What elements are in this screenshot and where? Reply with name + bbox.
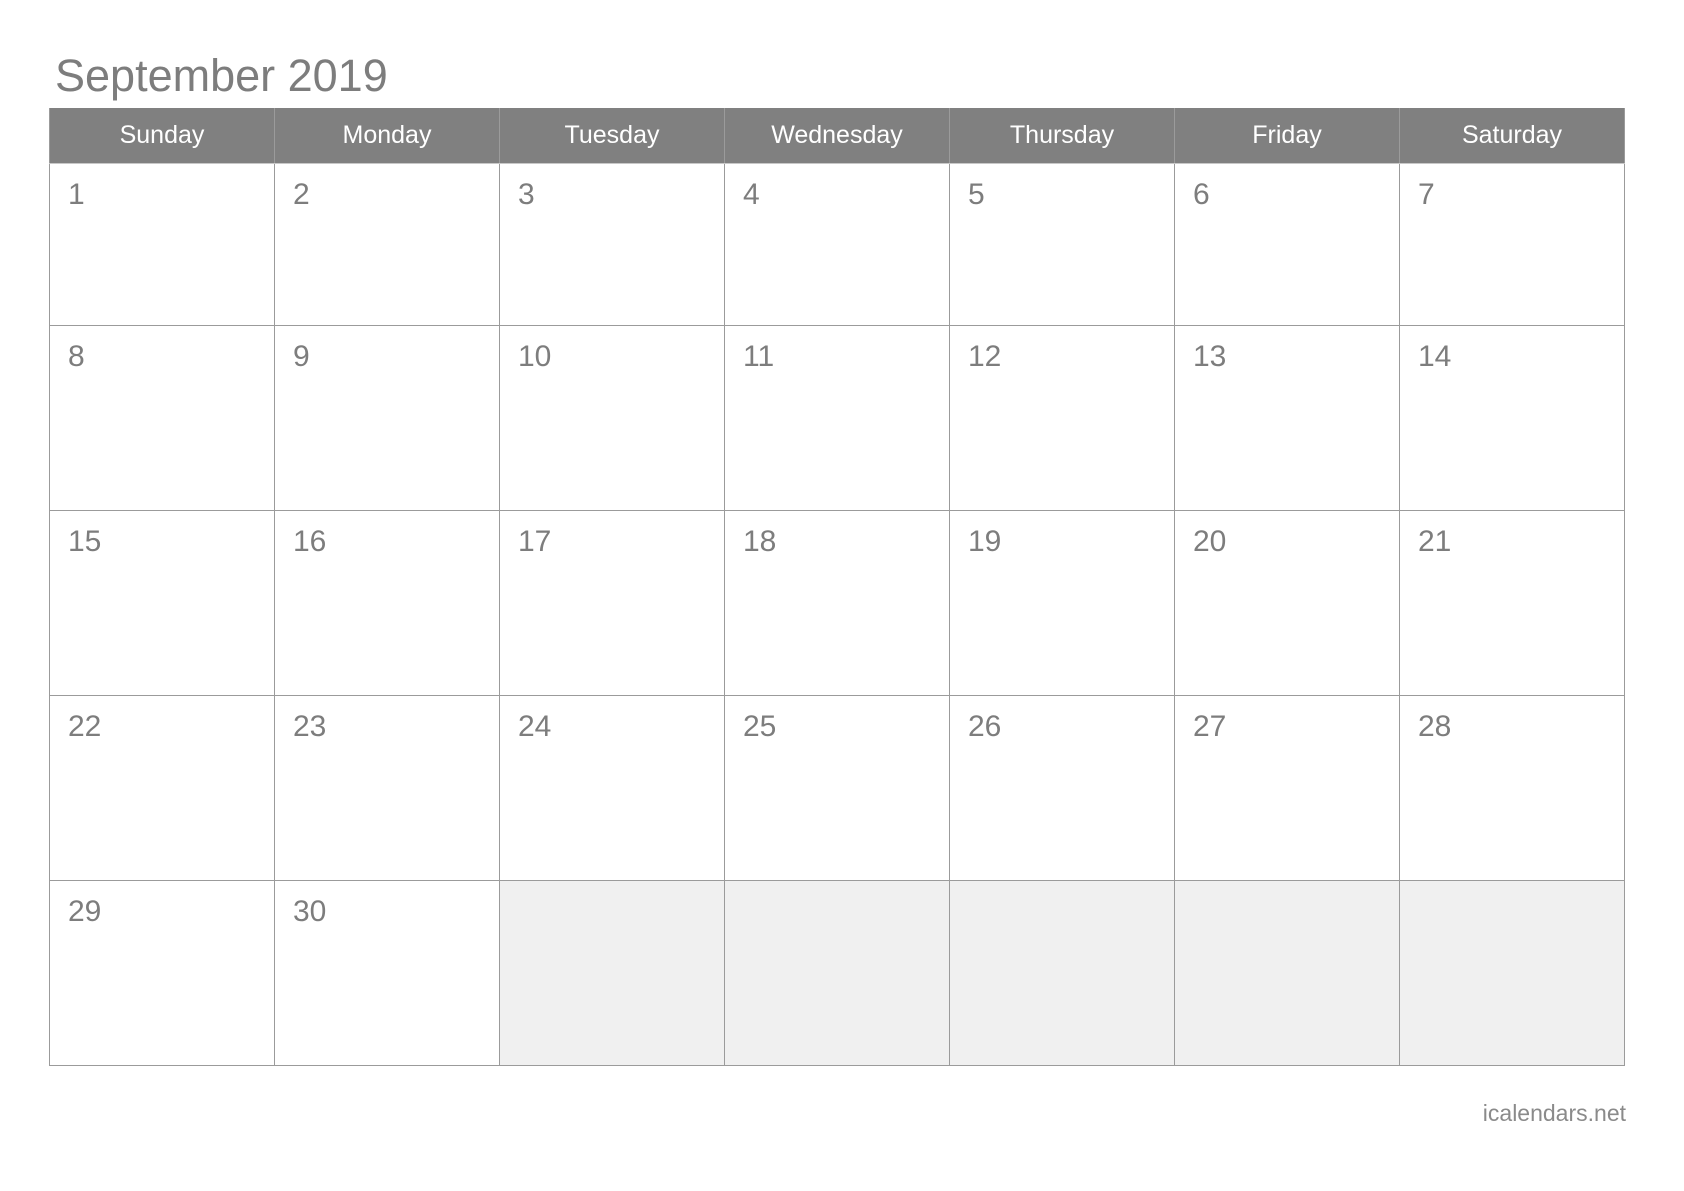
empty-day-cell (499, 880, 725, 1066)
day-cell[interactable]: 12 (949, 325, 1175, 511)
day-number: 30 (293, 895, 327, 928)
day-number: 14 (1418, 340, 1452, 373)
day-number: 2 (293, 178, 310, 211)
day-cell[interactable]: 1 (49, 163, 275, 326)
day-number: 12 (968, 340, 1002, 373)
day-number: 29 (68, 895, 102, 928)
day-cell[interactable]: 17 (499, 510, 725, 696)
weekday-header-friday: Friday (1174, 108, 1400, 164)
day-number: 19 (968, 525, 1002, 558)
day-cell[interactable]: 7 (1399, 163, 1625, 326)
day-cell[interactable]: 16 (274, 510, 500, 696)
day-cell[interactable]: 20 (1174, 510, 1400, 696)
day-cell[interactable]: 11 (724, 325, 950, 511)
day-cell[interactable]: 15 (49, 510, 275, 696)
week-row: 22 23 24 25 26 27 28 (49, 695, 1625, 881)
day-number: 26 (968, 710, 1002, 743)
week-row: 1 2 3 4 5 6 7 (49, 163, 1625, 326)
day-number: 15 (68, 525, 102, 558)
page-title: September 2019 (55, 50, 388, 101)
day-cell[interactable]: 30 (274, 880, 500, 1066)
day-cell[interactable]: 25 (724, 695, 950, 881)
empty-day-cell (1174, 880, 1400, 1066)
day-number: 16 (293, 525, 327, 558)
day-cell[interactable]: 14 (1399, 325, 1625, 511)
weekday-header-row: Sunday Monday Tuesday Wednesday Thursday… (49, 108, 1625, 164)
day-cell[interactable]: 18 (724, 510, 950, 696)
day-cell[interactable]: 3 (499, 163, 725, 326)
weekday-header-tuesday: Tuesday (499, 108, 725, 164)
footer-attribution: icalendars.net (1482, 1100, 1626, 1126)
day-number: 17 (518, 525, 552, 558)
day-cell[interactable]: 26 (949, 695, 1175, 881)
day-cell[interactable]: 21 (1399, 510, 1625, 696)
weekday-header-saturday: Saturday (1399, 108, 1625, 164)
day-number: 8 (68, 340, 85, 373)
day-cell[interactable]: 8 (49, 325, 275, 511)
day-number: 10 (518, 340, 552, 373)
weekday-header-thursday: Thursday (949, 108, 1175, 164)
day-number: 22 (68, 710, 102, 743)
day-number: 21 (1418, 525, 1452, 558)
day-number: 9 (293, 340, 310, 373)
day-number: 20 (1193, 525, 1227, 558)
day-number: 18 (743, 525, 777, 558)
weekday-header-wednesday: Wednesday (724, 108, 950, 164)
day-number: 5 (968, 178, 985, 211)
day-cell[interactable]: 27 (1174, 695, 1400, 881)
day-cell[interactable]: 22 (49, 695, 275, 881)
weekday-header-sunday: Sunday (49, 108, 275, 164)
day-number: 7 (1418, 178, 1435, 211)
day-cell[interactable]: 6 (1174, 163, 1400, 326)
day-number: 23 (293, 710, 327, 743)
day-cell[interactable]: 10 (499, 325, 725, 511)
day-cell[interactable]: 4 (724, 163, 950, 326)
day-number: 4 (743, 178, 760, 211)
calendar-grid: Sunday Monday Tuesday Wednesday Thursday… (49, 108, 1625, 1066)
day-number: 13 (1193, 340, 1227, 373)
day-cell[interactable]: 29 (49, 880, 275, 1066)
day-cell[interactable]: 24 (499, 695, 725, 881)
empty-day-cell (949, 880, 1175, 1066)
day-cell[interactable]: 5 (949, 163, 1175, 326)
day-cell[interactable]: 28 (1399, 695, 1625, 881)
day-number: 6 (1193, 178, 1210, 211)
calendar-page: September 2019 Sunday Monday Tuesday Wed… (0, 0, 1684, 1191)
day-cell[interactable]: 19 (949, 510, 1175, 696)
day-cell[interactable]: 13 (1174, 325, 1400, 511)
week-row: 8 9 10 11 12 13 14 (49, 325, 1625, 511)
day-cell[interactable]: 9 (274, 325, 500, 511)
day-number: 27 (1193, 710, 1227, 743)
day-number: 11 (743, 340, 775, 373)
day-number: 24 (518, 710, 552, 743)
empty-day-cell (724, 880, 950, 1066)
week-row: 15 16 17 18 19 20 21 (49, 510, 1625, 696)
week-row: 29 30 (49, 880, 1625, 1066)
weekday-header-monday: Monday (274, 108, 500, 164)
day-number: 25 (743, 710, 777, 743)
day-cell[interactable]: 2 (274, 163, 500, 326)
day-number: 3 (518, 178, 535, 211)
day-cell[interactable]: 23 (274, 695, 500, 881)
day-number: 1 (68, 178, 85, 211)
empty-day-cell (1399, 880, 1625, 1066)
day-number: 28 (1418, 710, 1452, 743)
